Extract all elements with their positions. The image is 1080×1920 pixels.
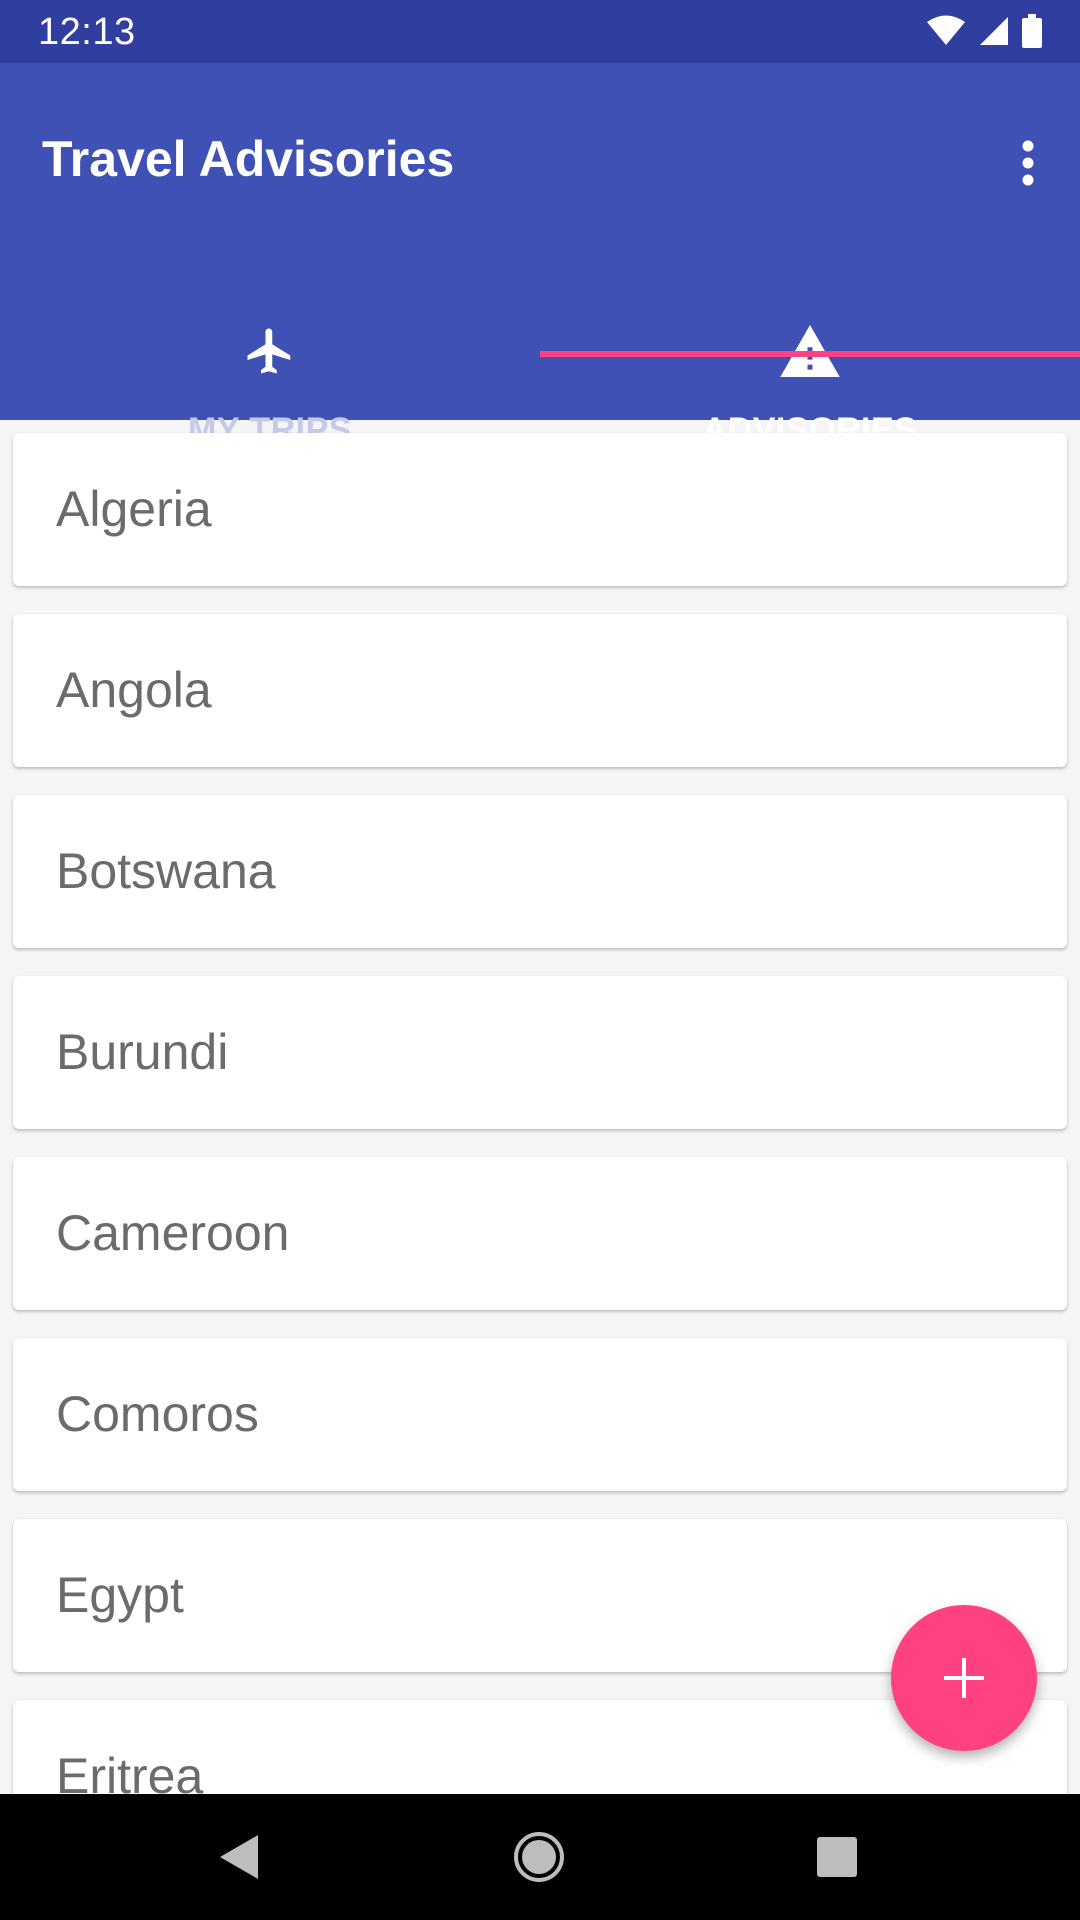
system-navigation-bar — [0, 1794, 1080, 1920]
tab-my-trips[interactable]: MY TRIPS — [0, 253, 540, 449]
more-vert-icon — [1022, 140, 1034, 186]
battery-icon — [1022, 14, 1042, 48]
wifi-icon — [927, 15, 965, 45]
home-icon — [514, 1832, 564, 1882]
advisory-list[interactable]: Algeria Angola Botswana Burundi Cameroon… — [0, 420, 1080, 1794]
country-name: Algeria — [56, 481, 212, 537]
advisory-card[interactable]: Comoros — [13, 1338, 1067, 1491]
tab-advisories[interactable]: ADVISORIES — [540, 253, 1080, 449]
country-name: Angola — [56, 662, 212, 718]
recents-button[interactable] — [802, 1822, 872, 1892]
advisory-card[interactable]: Algeria — [13, 433, 1067, 586]
app-title: Travel Advisories — [42, 131, 455, 187]
back-button[interactable] — [204, 1822, 274, 1892]
country-name: Cameroon — [56, 1205, 290, 1261]
advisory-card[interactable]: Botswana — [13, 795, 1067, 948]
add-advisory-button[interactable] — [891, 1605, 1037, 1751]
selected-tab-indicator — [540, 351, 1080, 357]
country-name: Eritrea — [56, 1748, 204, 1794]
status-bar: 12:13 — [0, 0, 1080, 63]
country-name: Egypt — [56, 1567, 184, 1623]
country-name: Comoros — [56, 1386, 259, 1442]
app-bar: Travel Advisories MY TRIPS ADVISORIES — [0, 63, 1080, 449]
advisory-card[interactable]: Cameroon — [13, 1157, 1067, 1310]
airplane-icon — [247, 328, 291, 374]
tab-bar: MY TRIPS ADVISORIES — [0, 253, 1080, 449]
country-name: Botswana — [56, 843, 276, 899]
signal-icon — [980, 17, 1008, 45]
back-icon — [220, 1835, 258, 1879]
overflow-menu-button[interactable] — [998, 133, 1058, 193]
recents-icon — [817, 1837, 857, 1877]
add-icon — [944, 1658, 984, 1698]
status-icons — [926, 14, 1042, 48]
advisory-card[interactable]: Burundi — [13, 976, 1067, 1129]
country-name: Burundi — [56, 1024, 229, 1080]
home-button[interactable] — [504, 1822, 574, 1892]
advisory-card[interactable]: Angola — [13, 614, 1067, 767]
status-time: 12:13 — [38, 11, 136, 53]
